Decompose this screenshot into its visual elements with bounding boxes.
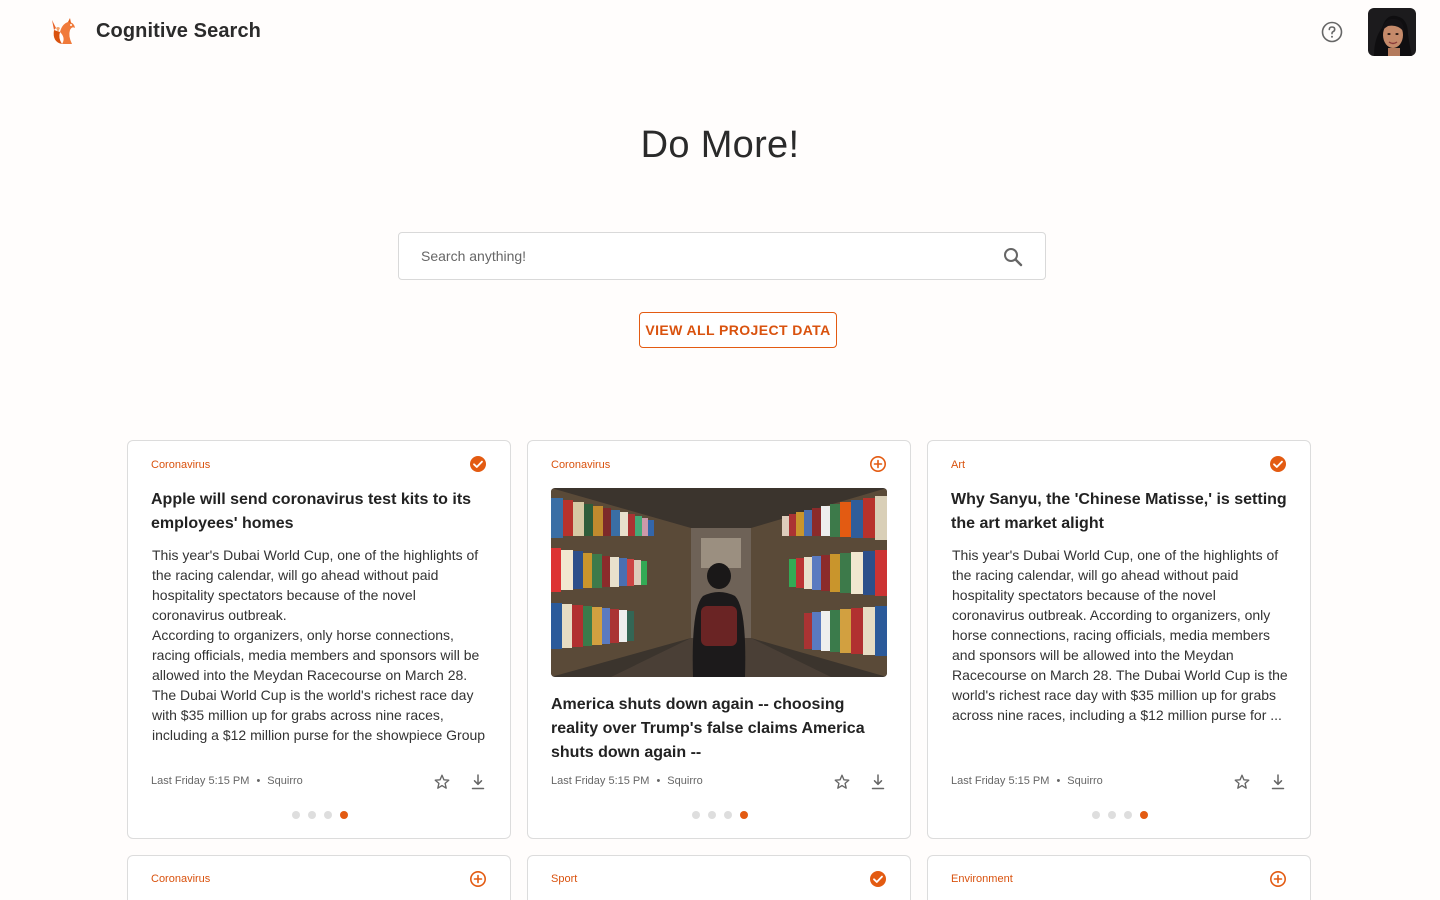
download-icon[interactable] — [870, 773, 886, 791]
download-icon[interactable] — [1270, 773, 1286, 791]
carousel-dot[interactable] — [1092, 811, 1100, 819]
meta-separator: • — [656, 775, 661, 787]
card-category[interactable]: Sport — [551, 873, 577, 885]
search-input[interactable] — [421, 233, 981, 279]
card-meta: Last Friday 5:15 PM • Squirro — [951, 775, 1103, 787]
saved-check-icon[interactable] — [869, 870, 887, 888]
carousel-dot-active[interactable] — [1140, 811, 1148, 819]
carousel-dot-active[interactable] — [340, 811, 348, 819]
news-card: Art Why Sanyu, the 'Chinese Matisse,' is… — [927, 440, 1311, 839]
card-category[interactable]: Environment — [951, 873, 1013, 885]
search-icon[interactable] — [1001, 245, 1025, 269]
saved-check-icon[interactable] — [1269, 455, 1287, 473]
carousel-dot[interactable] — [324, 811, 332, 819]
carousel-dots — [928, 811, 1310, 819]
news-card: Coronavirus — [127, 855, 511, 900]
add-circle-icon[interactable] — [1269, 870, 1287, 888]
carousel-dots — [528, 811, 910, 819]
card-title[interactable]: America shuts down again -- choosing rea… — [551, 693, 891, 765]
card-meta: Last Friday 5:15 PM • Squirro — [551, 775, 703, 787]
card-category[interactable]: Coronavirus — [151, 459, 210, 471]
card-meta: Last Friday 5:15 PM • Squirro — [151, 775, 303, 787]
card-image[interactable] — [551, 488, 887, 677]
squirrel-logo-icon[interactable] — [44, 14, 80, 50]
app-title: Cognitive Search — [96, 20, 261, 42]
saved-check-icon[interactable] — [469, 455, 487, 473]
carousel-dot[interactable] — [692, 811, 700, 819]
carousel-dot[interactable] — [1124, 811, 1132, 819]
news-card: Environment — [927, 855, 1311, 900]
carousel-dot[interactable] — [708, 811, 716, 819]
news-card: Coronavirus — [527, 440, 911, 839]
download-icon[interactable] — [470, 773, 486, 791]
card-category[interactable]: Art — [951, 459, 965, 471]
carousel-dot[interactable] — [308, 811, 316, 819]
view-all-project-data-button[interactable]: VIEW ALL PROJECT DATA — [639, 312, 837, 348]
card-title[interactable]: Why Sanyu, the 'Chinese Matisse,' is set… — [951, 488, 1291, 536]
star-icon[interactable] — [1233, 773, 1251, 791]
card-body: This year's Dubai World Cup, one of the … — [152, 547, 486, 743]
news-card: Coronavirus Apple will send coronavirus … — [127, 440, 511, 839]
card-source: Squirro — [667, 775, 703, 787]
news-card: Sport — [527, 855, 911, 900]
user-avatar[interactable] — [1368, 8, 1416, 56]
star-icon[interactable] — [833, 773, 851, 791]
carousel-dot[interactable] — [292, 811, 300, 819]
meta-separator: • — [256, 775, 261, 787]
top-bar: Cognitive Search — [0, 0, 1440, 64]
help-icon[interactable] — [1320, 20, 1344, 44]
card-timestamp: Last Friday 5:15 PM — [551, 775, 650, 787]
card-source: Squirro — [1067, 775, 1103, 787]
search-bar — [398, 232, 1046, 280]
star-icon[interactable] — [433, 773, 451, 791]
card-body: This year's Dubai World Cup, one of the … — [952, 547, 1288, 723]
card-timestamp: Last Friday 5:15 PM — [151, 775, 250, 787]
card-timestamp: Last Friday 5:15 PM — [951, 775, 1050, 787]
add-circle-icon[interactable] — [469, 870, 487, 888]
carousel-dots — [128, 811, 510, 819]
carousel-dot[interactable] — [1108, 811, 1116, 819]
card-category[interactable]: Coronavirus — [551, 459, 610, 471]
hero-heading: Do More! — [640, 124, 800, 166]
add-circle-icon[interactable] — [869, 455, 887, 473]
card-category[interactable]: Coronavirus — [151, 873, 210, 885]
meta-separator: • — [1056, 775, 1061, 787]
card-title[interactable]: Apple will send coronavirus test kits to… — [151, 488, 491, 536]
carousel-dot-active[interactable] — [740, 811, 748, 819]
carousel-dot[interactable] — [724, 811, 732, 819]
card-source: Squirro — [267, 775, 303, 787]
